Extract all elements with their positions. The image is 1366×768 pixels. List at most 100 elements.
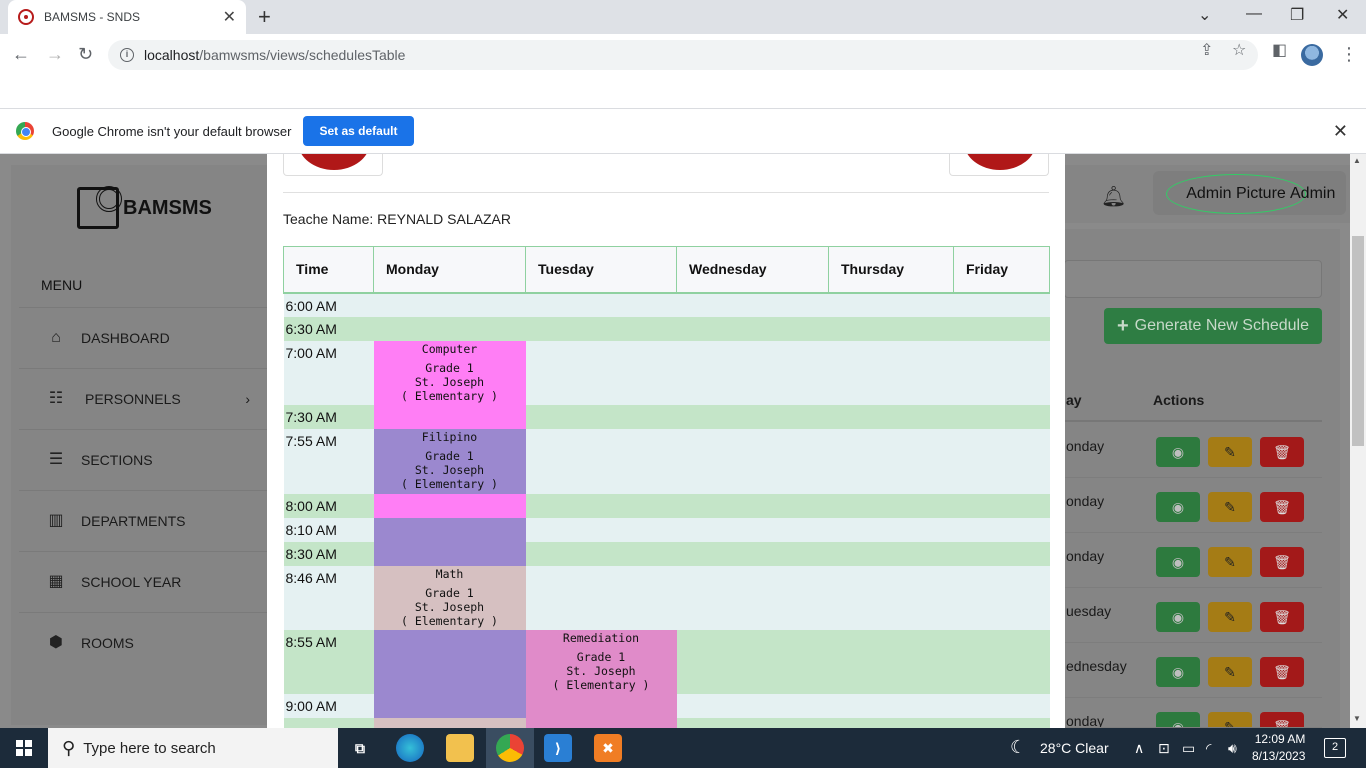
time-cell: 7:30 AM xyxy=(283,404,374,429)
trash-icon: 🗑︎ xyxy=(1273,443,1291,460)
col-day-header: ay xyxy=(1066,392,1082,408)
schedule-slot-filipino-block xyxy=(373,629,526,694)
bookmark-star-icon[interactable]: ☆ xyxy=(1232,40,1246,60)
forward-icon[interactable]: → xyxy=(46,44,64,65)
view-button[interactable]: ◉ xyxy=(1156,492,1200,522)
edit-icon: ✎ xyxy=(1224,553,1236,570)
edit-button[interactable]: ✎ xyxy=(1208,492,1252,522)
back-icon[interactable]: ← xyxy=(12,44,30,65)
view-button[interactable]: ◉ xyxy=(1156,547,1200,577)
table-row: 8:30 AM xyxy=(283,541,1050,566)
schedule-slot-math-block xyxy=(373,717,526,728)
taskbar-search-input[interactable]: ⚲ Type here to search xyxy=(48,728,338,768)
bell-icon[interactable]: 🔔︎ xyxy=(1101,184,1126,209)
edit-button[interactable]: ✎ xyxy=(1208,712,1252,728)
set-as-default-button[interactable]: Set as default xyxy=(303,116,414,146)
weather-text[interactable]: 28°C Clear xyxy=(1040,740,1109,756)
sidebar-item-dashboard[interactable]: ⌂ DASHBOARD xyxy=(19,307,268,367)
delete-button[interactable]: 🗑︎ xyxy=(1260,547,1304,577)
site-info-icon[interactable]: i xyxy=(120,48,134,62)
schedule-slot-remediation[interactable]: Remediation Grade 1 St. Joseph ( Element… xyxy=(525,629,677,718)
view-button[interactable]: ◉ xyxy=(1156,602,1200,632)
table-row: onday ◉ ✎ 🗑︎ xyxy=(1064,478,1322,533)
slot-section: St. Joseph xyxy=(414,462,485,477)
scrollbar-thumb[interactable] xyxy=(1352,236,1364,446)
edit-button[interactable]: ✎ xyxy=(1208,547,1252,577)
table-row: 7:00 AM Computer Grade 1 St. Joseph ( El… xyxy=(283,340,1050,405)
edge-icon[interactable] xyxy=(396,734,424,762)
taskbar-search-placeholder: Type here to search xyxy=(83,739,216,757)
infobar-close-icon[interactable]: ✕ xyxy=(1333,121,1348,142)
restore-icon[interactable]: ❐ xyxy=(1290,5,1304,25)
filter-input[interactable] xyxy=(1064,260,1322,298)
time-cell: 8:10 AM xyxy=(283,517,374,542)
view-button[interactable]: ◉ xyxy=(1156,437,1200,467)
sidebar-item-rooms[interactable]: ⬢ ROOMS xyxy=(19,612,268,672)
tab-close-icon[interactable]: ✕ xyxy=(223,7,236,27)
row-day: ednesday xyxy=(1066,658,1127,674)
schedule-slot-filipino[interactable]: Filipino Grade 1 St. Joseph ( Elementary… xyxy=(373,428,526,494)
notification-center-icon[interactable]: 2 xyxy=(1324,738,1346,758)
time-cell: 7:00 AM xyxy=(283,340,374,405)
row-day: onday xyxy=(1066,438,1105,454)
brand[interactable]: BAMSMS xyxy=(77,186,212,229)
taskbar-clock[interactable]: 12:09 AM 8/13/2023 xyxy=(1252,731,1305,765)
task-view-icon[interactable]: ⧉ xyxy=(346,734,374,762)
profile-avatar[interactable] xyxy=(1301,44,1323,66)
view-button[interactable]: ◉ xyxy=(1156,657,1200,687)
sidebar-item-sections[interactable]: ☰ SECTIONS xyxy=(19,429,268,489)
browser-tab[interactable]: BAMSMS - SNDS ✕ xyxy=(8,0,246,34)
plus-icon: + xyxy=(1116,314,1129,337)
clock-date: 8/13/2023 xyxy=(1252,749,1306,763)
wifi-icon[interactable]: ◜ xyxy=(1206,740,1211,757)
people-icon: ☷ xyxy=(48,389,64,407)
edit-button[interactable]: ✎ xyxy=(1208,657,1252,687)
schedule-slot-filipino-block xyxy=(373,541,526,566)
url-field[interactable]: i localhost/bamwsms/views/schedulesTable xyxy=(108,40,1258,70)
browser-menu-icon[interactable]: ⋮ xyxy=(1340,44,1358,65)
tab-search-chevron-icon[interactable]: ⌄ xyxy=(1198,5,1211,25)
file-explorer-icon[interactable] xyxy=(446,734,474,762)
volume-icon[interactable]: 🔊︎ xyxy=(1228,740,1237,757)
window-close-icon[interactable]: ✕ xyxy=(1336,5,1349,25)
sidebar-item-personnels[interactable]: ☷ PERSONNELS › xyxy=(19,368,268,428)
sidebar-item-label: DEPARTMENTS xyxy=(81,512,186,529)
schedule-slot-computer-continued xyxy=(373,404,526,429)
new-tab-icon[interactable]: + xyxy=(258,4,271,30)
tab-strip: BAMSMS - SNDS ✕ + ⌄ — ❐ ✕ xyxy=(0,0,1366,34)
view-button[interactable]: ◉ xyxy=(1156,712,1200,727)
slot-subject: Remediation xyxy=(562,630,640,645)
reload-icon[interactable]: ↻ xyxy=(78,44,93,65)
sidebar-item-school-year[interactable]: ▦ SCHOOL YEAR xyxy=(19,551,268,611)
delete-button[interactable]: 🗑︎ xyxy=(1260,437,1304,467)
schedule-slot-computer[interactable]: Computer Grade 1 St. Joseph ( Elementary… xyxy=(373,340,526,405)
vscode-icon[interactable]: ⟩ xyxy=(544,734,572,762)
start-icon[interactable] xyxy=(16,740,32,756)
delete-button[interactable]: 🗑︎ xyxy=(1260,657,1304,687)
side-panel-icon[interactable]: ◧ xyxy=(1272,40,1287,60)
delete-button[interactable]: 🗑︎ xyxy=(1260,492,1304,522)
share-icon[interactable]: ⇪ xyxy=(1200,40,1213,60)
eye-icon: ◉ xyxy=(1171,553,1185,570)
edit-icon: ✎ xyxy=(1224,718,1236,728)
schedule-slot-filipino-block xyxy=(373,693,526,718)
delete-button[interactable]: 🗑︎ xyxy=(1260,712,1304,727)
minimize-icon[interactable]: — xyxy=(1246,5,1262,23)
tray-chevron-up-icon[interactable]: ∧ xyxy=(1134,740,1144,757)
scroll-down-arrow-icon[interactable]: ▼ xyxy=(1353,714,1361,723)
battery-icon[interactable]: ▭ xyxy=(1182,740,1195,757)
generate-schedule-button[interactable]: + Generate New Schedule xyxy=(1104,308,1322,344)
site-favicon-icon xyxy=(18,9,34,25)
scroll-up-arrow-icon[interactable]: ▲ xyxy=(1353,156,1361,165)
delete-button[interactable]: 🗑︎ xyxy=(1260,602,1304,632)
sidebar-item-departments[interactable]: ▥ DEPARTMENTS xyxy=(19,490,268,550)
meet-now-icon[interactable]: ⊡ xyxy=(1158,740,1170,757)
schedule-slot-math[interactable]: Math Grade 1 St. Joseph ( Elementary ) xyxy=(373,565,526,630)
chrome-taskbar-icon[interactable] xyxy=(496,734,524,762)
xampp-icon[interactable]: ✖ xyxy=(594,734,622,762)
slot-grade: Grade 1 xyxy=(425,585,474,600)
edit-button[interactable]: ✎ xyxy=(1208,602,1252,632)
sidebar-item-label: SECTIONS xyxy=(81,451,153,468)
edit-button[interactable]: ✎ xyxy=(1208,437,1252,467)
row-day: onday xyxy=(1066,493,1105,509)
